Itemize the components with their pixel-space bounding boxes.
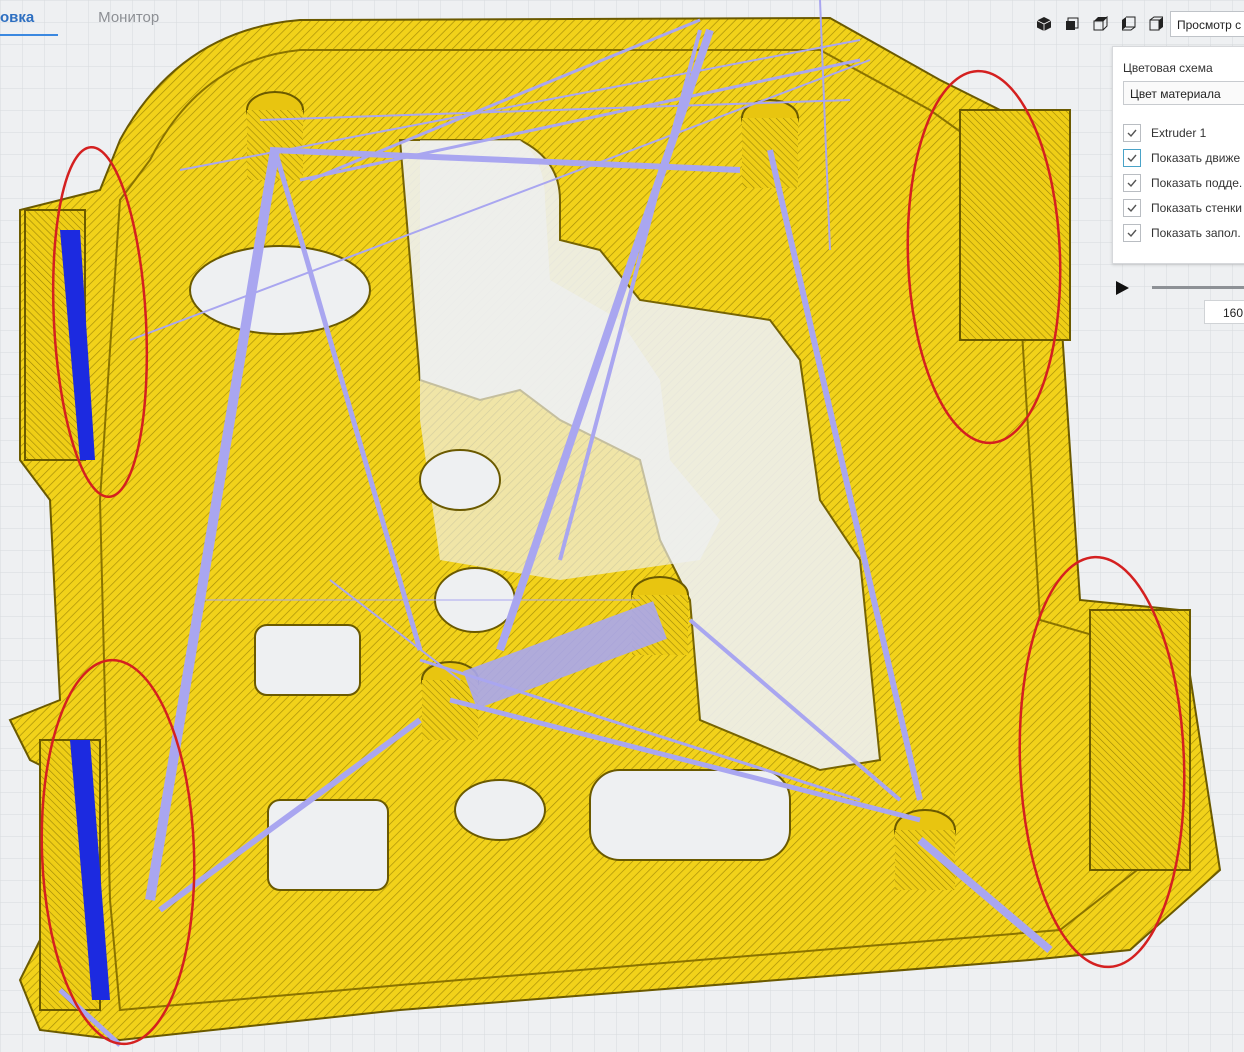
color-scheme-panel: Цветовая схема Цвет материала Extruder 1… [1112,46,1244,264]
color-scheme-label: Цветовая схема [1123,61,1213,75]
checkbox-extruder-1-box[interactable] [1123,124,1141,142]
view-type-select[interactable]: Просмотр с [1170,11,1244,37]
checkbox-extruder-1-label: Extruder 1 [1151,126,1207,140]
right-view-icon[interactable] [1146,14,1166,34]
checkbox-show-helpers[interactable]: Показать подде. [1123,173,1242,193]
checkbox-show-infill[interactable]: Показать запол. [1123,223,1241,243]
view-orientation-buttons [1034,14,1166,34]
checkbox-show-travels-label: Показать движе [1151,151,1241,165]
tab-prepare[interactable]: отовка [0,9,59,36]
3d-view-icon[interactable] [1034,14,1054,34]
stage-tabs: отовка Монитор [0,0,207,36]
checkbox-show-infill-box[interactable] [1123,224,1141,242]
top-view-icon[interactable] [1090,14,1110,34]
checkbox-show-shell-label: Показать стенки [1151,201,1242,215]
color-scheme-select[interactable]: Цвет материала [1123,81,1244,105]
layer-viewport[interactable] [0,0,1244,1052]
checkbox-extruder-1[interactable]: Extruder 1 [1123,123,1206,143]
play-simulation-icon[interactable] [1114,280,1130,301]
front-view-icon[interactable] [1062,14,1082,34]
checkbox-show-helpers-label: Показать подде. [1151,176,1243,190]
checkbox-show-shell-box[interactable] [1123,199,1141,217]
checkbox-show-travels[interactable]: Показать движе [1123,148,1240,168]
layer-number-input[interactable]: 160 [1204,300,1244,324]
checkbox-show-helpers-box[interactable] [1123,174,1141,192]
checkbox-show-infill-label: Показать запол. [1151,226,1241,240]
checkbox-show-shell[interactable]: Показать стенки [1123,198,1242,218]
simulation-slider[interactable] [1152,286,1244,289]
left-view-icon[interactable] [1118,14,1138,34]
tab-monitor[interactable]: Монитор [98,9,159,36]
checkbox-show-travels-box[interactable] [1123,149,1141,167]
